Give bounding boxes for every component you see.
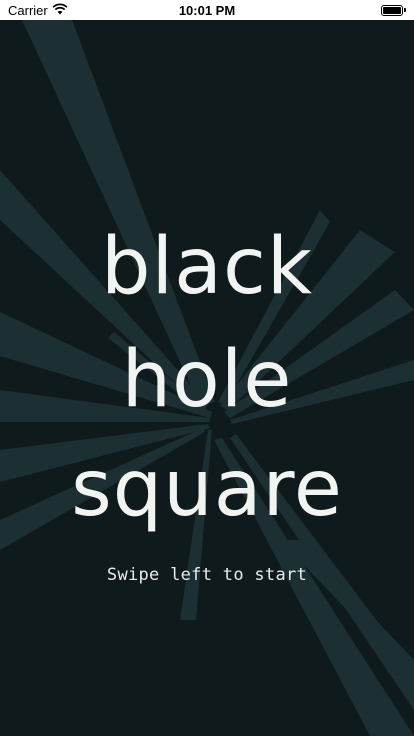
status-left: Carrier (8, 3, 68, 18)
status-bar: Carrier 10:01 PM (0, 0, 414, 20)
carrier-label: Carrier (8, 2, 48, 18)
title-line-black: black (100, 222, 314, 312)
swipe-instruction: Swipe left to start (106, 565, 308, 585)
title-line-square: square (71, 444, 343, 534)
title-line-hole: hole (121, 335, 293, 425)
wifi-icon (52, 3, 68, 18)
battery-icon (381, 4, 406, 16)
